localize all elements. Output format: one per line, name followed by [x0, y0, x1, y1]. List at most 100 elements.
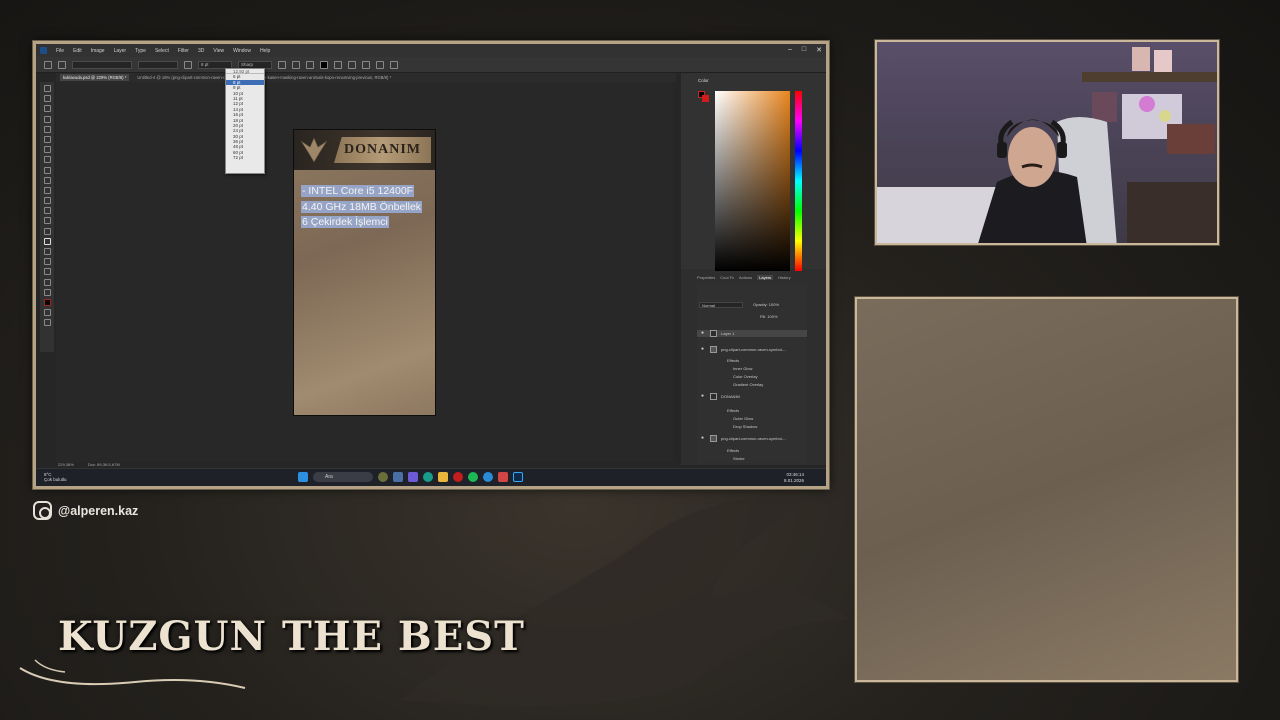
type-tool-icon[interactable]	[43, 237, 51, 245]
gradient-tool-icon[interactable]	[43, 197, 51, 205]
taskbar-clock[interactable]: 03:46:14 8.01.2026	[784, 472, 804, 483]
close-icon[interactable]: ✕	[816, 46, 822, 54]
windows-start-icon[interactable]	[298, 472, 308, 482]
tab-actions[interactable]: Actions	[739, 275, 752, 280]
widgets-icon[interactable]	[378, 472, 388, 482]
card-text-block[interactable]: - INTEL Core i5 12400F 4.40 GHz 18MB Önb…	[301, 184, 435, 231]
character-panel-icon[interactable]	[348, 60, 356, 69]
menu-edit[interactable]: Edit	[73, 48, 82, 54]
visibility-eye-icon[interactable]: ●	[701, 346, 704, 353]
menu-select[interactable]: Select	[155, 48, 169, 54]
3d-icon[interactable]	[390, 60, 398, 69]
color-picker-field[interactable]	[715, 91, 790, 271]
layer-row[interactable]: ● png-clipart-common-raven-symbol-...	[697, 435, 807, 442]
cancel-icon[interactable]	[362, 60, 370, 69]
task-view-icon[interactable]	[393, 472, 403, 482]
font-size-option[interactable]: 72 pt	[226, 155, 264, 160]
tab-layers[interactable]: Layers	[757, 274, 774, 280]
hue-slider[interactable]	[795, 91, 802, 271]
menu-window[interactable]: Window	[233, 48, 251, 54]
photoshop-taskbar-icon[interactable]	[513, 472, 523, 482]
layer-effect-row[interactable]: Drop Shadow	[697, 423, 807, 430]
commit-check-icon[interactable]	[376, 60, 384, 69]
menu-type[interactable]: Type	[135, 48, 146, 54]
app-icon[interactable]	[498, 472, 508, 482]
crop-tool-icon[interactable]	[43, 125, 51, 133]
orientation-icon[interactable]	[58, 60, 66, 69]
path-select-tool-icon[interactable]	[43, 248, 51, 255]
quick-mask-icon[interactable]	[43, 309, 51, 317]
blend-mode-select[interactable]: Normal	[699, 302, 743, 308]
menu-help[interactable]: Help	[260, 48, 270, 54]
shape-tool-icon[interactable]	[43, 258, 51, 266]
layer-effect-row[interactable]: Effects	[697, 447, 807, 454]
layer-effect-row[interactable]: Color Overlay	[697, 373, 807, 380]
brush-tool-icon[interactable]	[43, 156, 51, 164]
hand-tool-icon[interactable]	[43, 268, 51, 276]
tab-properties[interactable]: Properties	[697, 275, 715, 280]
layer-row[interactable]: ● Layer 1	[697, 330, 807, 337]
layer-effect-row[interactable]: Inner Glow	[697, 365, 807, 372]
healing-tool-icon[interactable]	[43, 146, 51, 154]
tab-active-document[interactable]: kuklavuda.psd @ 229% (RGB/8) *	[60, 74, 130, 81]
pen-tool-icon[interactable]	[43, 227, 51, 235]
edge-icon[interactable]	[423, 472, 433, 482]
font-style-select[interactable]	[138, 60, 178, 69]
spotify-icon[interactable]	[468, 472, 478, 482]
webcam-scene	[877, 47, 1217, 243]
layer-effect-row[interactable]: Effects	[697, 407, 807, 414]
eyedropper-tool-icon[interactable]	[43, 135, 51, 143]
layer-effect-row[interactable]: Effects	[697, 357, 807, 364]
layer-row[interactable]: ● DONANIM	[697, 393, 807, 400]
dodge-tool-icon[interactable]	[43, 217, 51, 225]
align-left-icon[interactable]	[278, 60, 286, 69]
foreground-background-colors[interactable]	[43, 298, 51, 306]
visibility-eye-icon[interactable]: ●	[701, 435, 704, 442]
visibility-eye-icon[interactable]: ●	[701, 393, 704, 400]
warp-text-icon[interactable]	[334, 60, 342, 69]
maximize-icon[interactable]: □	[802, 46, 806, 54]
document-canvas-area[interactable]: DONANIM - INTEL Core i5 12400F 4.40 GHz …	[56, 82, 673, 462]
weather-widget[interactable]: 8°C Çok bulutlu	[44, 472, 67, 482]
more-tools-icon[interactable]	[43, 288, 51, 296]
tab-history[interactable]: History	[778, 275, 790, 280]
text-color-swatch[interactable]	[320, 60, 328, 69]
eraser-tool-icon[interactable]	[43, 186, 51, 194]
layer-effect-row[interactable]: Outer Glow	[697, 415, 807, 422]
stamp-tool-icon[interactable]	[43, 166, 51, 174]
teams-icon[interactable]	[408, 472, 418, 482]
type-tool-icon[interactable]	[44, 60, 52, 69]
marquee-tool-icon[interactable]	[43, 95, 51, 103]
fill-field[interactable]: Fill: 100%	[760, 314, 778, 319]
visibility-eye-icon[interactable]: ●	[701, 330, 704, 337]
quick-select-tool-icon[interactable]	[43, 115, 51, 123]
tab-document-3[interactable]: ...naan-kasen-masking-raven-animals-kopo…	[253, 75, 391, 80]
font-family-select[interactable]	[72, 60, 132, 69]
menu-layer[interactable]: Layer	[114, 48, 127, 54]
design-card[interactable]: DONANIM - INTEL Core i5 12400F 4.40 GHz …	[293, 129, 436, 416]
history-brush-tool-icon[interactable]	[43, 176, 51, 184]
taskbar-search[interactable]: Ara	[313, 472, 373, 482]
tab-cool-fx[interactable]: Cool Fx	[720, 275, 734, 280]
chrome-icon[interactable]	[483, 472, 493, 482]
screen-mode-icon[interactable]	[43, 319, 51, 327]
lasso-tool-icon[interactable]	[43, 105, 51, 113]
menu-file[interactable]: File	[56, 48, 64, 54]
align-right-icon[interactable]	[306, 60, 314, 69]
align-center-icon[interactable]	[292, 60, 300, 69]
menu-3d[interactable]: 3D	[198, 48, 204, 54]
bg-color-swatch[interactable]	[702, 95, 709, 102]
opacity-field[interactable]: Opacity: 100%	[753, 302, 779, 307]
layer-effect-row[interactable]: Stroke	[697, 455, 807, 462]
layer-row[interactable]: ● png-clipart-common-raven-symbol-...	[697, 346, 807, 353]
menu-view[interactable]: View	[213, 48, 224, 54]
layer-effect-row[interactable]: Gradient Overlay	[697, 381, 807, 388]
menu-filter[interactable]: Filter	[178, 48, 189, 54]
move-tool-icon[interactable]	[43, 85, 51, 92]
blur-tool-icon[interactable]	[43, 207, 51, 215]
zoom-tool-icon[interactable]	[43, 278, 51, 286]
file-explorer-icon[interactable]	[438, 472, 448, 482]
menu-image[interactable]: Image	[91, 48, 105, 54]
opera-icon[interactable]	[453, 472, 463, 482]
minimize-icon[interactable]: –	[788, 46, 792, 54]
